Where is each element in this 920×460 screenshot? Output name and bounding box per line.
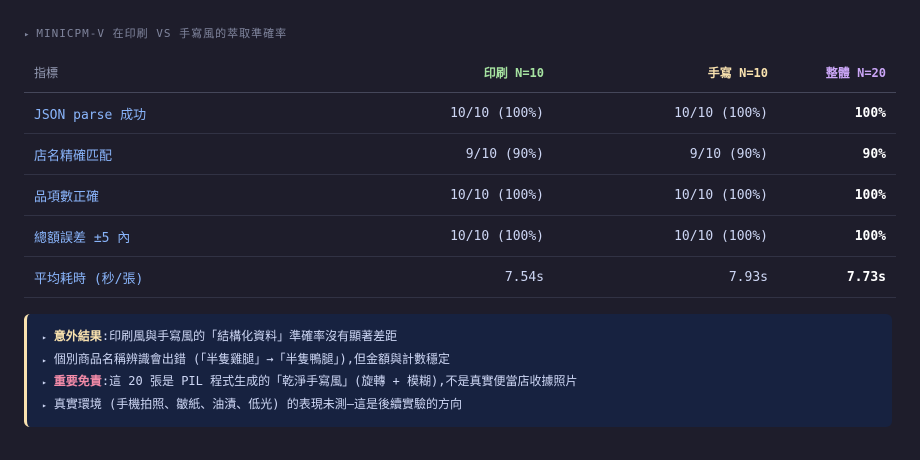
row-handwritten-value: 10/10 (100%)	[554, 215, 778, 257]
table-row: 平均耗時 (秒/張) 7.54s 7.93s 7.73s	[24, 256, 896, 298]
table-row: 總額誤差 ±5 內 10/10 (100%) 10/10 (100%) 100%	[24, 215, 896, 257]
row-metric: 平均耗時 (秒/張)	[24, 256, 344, 298]
note-item: ▸ 個別商品名稱辨識會出錯 (「半隻雞腿」→「半隻鴨腿」),但金額與計數穩定	[42, 349, 892, 372]
note-item: ▸ 意外結果:印刷風與手寫風的「結構化資料」準確率沒有顯著差距	[42, 326, 892, 349]
note-text: 真實環境 (手機拍照、皺紙、油漬、低光) 的表現未測—這是後續實驗的方向	[53, 396, 462, 411]
row-print-value: 10/10 (100%)	[344, 92, 554, 134]
header-handwritten: 手寫 N=10	[554, 53, 778, 93]
bullet-icon: ▸	[42, 378, 47, 387]
row-metric: 總額誤差 ±5 內	[24, 215, 344, 257]
table-row: 店名精確匹配 9/10 (90%) 9/10 (90%) 90%	[24, 133, 896, 175]
row-print-value: 7.54s	[344, 256, 554, 298]
row-overall-value: 100%	[778, 92, 896, 134]
row-print-value: 10/10 (100%)	[344, 215, 554, 257]
caret-right-icon: ▸	[24, 30, 31, 40]
header-print: 印刷 N=10	[344, 53, 554, 93]
row-overall-value: 100%	[778, 215, 896, 257]
note-text: :印刷風與手寫風的「結構化資料」準確率沒有顯著差距	[101, 329, 398, 343]
row-handwritten-value: 9/10 (90%)	[554, 133, 778, 175]
notes-callout: ▸ 意外結果:印刷風與手寫風的「結構化資料」準確率沒有顯著差距 ▸ 個別商品名稱辨識…	[24, 314, 892, 427]
bullet-icon: ▸	[42, 333, 47, 342]
row-handwritten-value: 10/10 (100%)	[554, 92, 778, 134]
bullet-icon: ▸	[42, 400, 47, 410]
note-text: :這 20 張是 PIL 程式生成的「乾淨手寫風」(旋轉 + 模糊),不是真實便…	[101, 374, 578, 388]
results-table: 指標 印刷 N=10 手寫 N=10 整體 N=20 JSON parse 成功…	[24, 53, 896, 298]
row-handwritten-value: 7.93s	[554, 256, 778, 298]
row-overall-value: 7.73s	[778, 256, 896, 298]
row-metric: 品項數正確	[24, 174, 344, 216]
bullet-icon: ▸	[42, 355, 47, 365]
note-item: ▸ 重要免責:這 20 張是 PIL 程式生成的「乾淨手寫風」(旋轉 + 模糊),…	[42, 371, 892, 394]
table-header-row: 指標 印刷 N=10 手寫 N=10 整體 N=20	[24, 53, 896, 93]
note-highlight: 重要免責	[53, 374, 102, 388]
note-item: ▸ 真實環境 (手機拍照、皺紙、油漬、低光) 的表現未測—這是後續實驗的方向	[42, 394, 892, 417]
row-overall-value: 100%	[778, 174, 896, 216]
row-metric: JSON parse 成功	[24, 92, 344, 134]
row-handwritten-value: 10/10 (100%)	[554, 174, 778, 216]
row-print-value: 10/10 (100%)	[344, 174, 554, 216]
section-caption: ▸ MINICPM-V 在印刷 VS 手寫風的萃取準確率	[24, 25, 287, 41]
note-highlight: 意外結果	[53, 329, 102, 343]
caption-text: MINICPM-V 在印刷 VS 手寫風的萃取準確率	[36, 27, 288, 40]
row-metric: 店名精確匹配	[24, 133, 344, 175]
table-row: JSON parse 成功 10/10 (100%) 10/10 (100%) …	[24, 92, 896, 134]
row-print-value: 9/10 (90%)	[344, 133, 554, 175]
notes-list: ▸ 意外結果:印刷風與手寫風的「結構化資料」準確率沒有顯著差距 ▸ 個別商品名稱辨識…	[42, 326, 892, 416]
note-text: 個別商品名稱辨識會出錯 (「半隻雞腿」→「半隻鴨腿」),但金額與計數穩定	[53, 351, 450, 366]
table-row: 品項數正確 10/10 (100%) 10/10 (100%) 100%	[24, 174, 896, 216]
header-overall: 整體 N=20	[778, 53, 896, 93]
row-overall-value: 90%	[778, 133, 896, 175]
header-metric: 指標	[24, 53, 344, 93]
